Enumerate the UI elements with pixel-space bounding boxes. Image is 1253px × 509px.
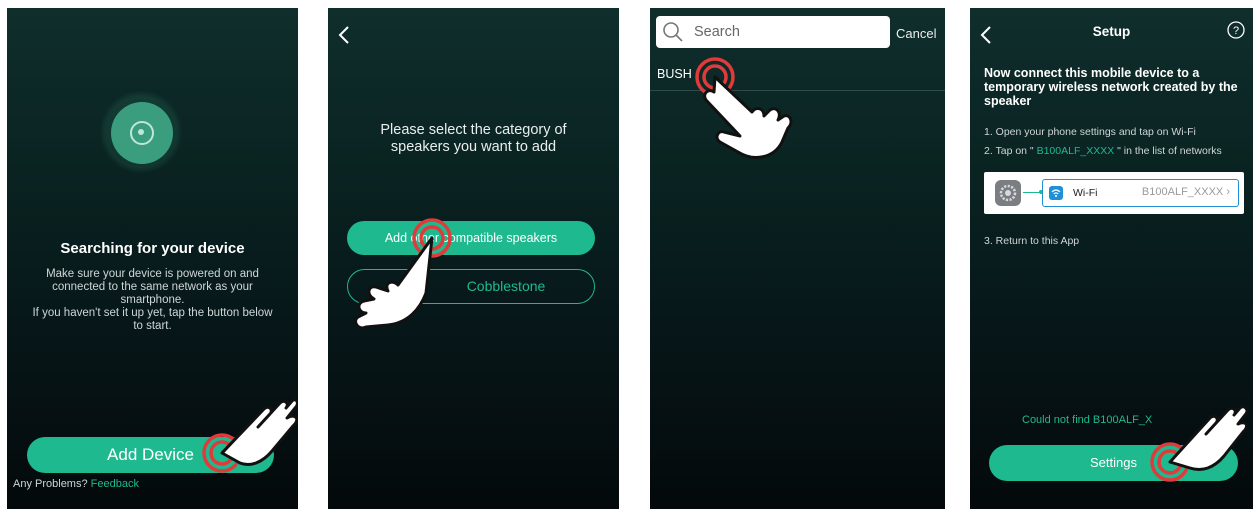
tap-hand-icon [1148, 368, 1249, 488]
step-3: 3. Return to this App [984, 235, 1080, 247]
result-list-item[interactable]: BUSH [657, 67, 692, 81]
wifi-network-value: B100ALF_XXXX › [1141, 186, 1230, 198]
screen-select-category: Please select the category of speakers y… [328, 8, 619, 509]
tap-hand-icon [348, 213, 453, 338]
search-icon [663, 22, 683, 42]
cancel-button[interactable]: Cancel [896, 26, 936, 41]
svg-text:?: ? [1233, 25, 1239, 37]
step-1: 1. Open your phone settings and tap on W… [984, 126, 1196, 138]
help-icon[interactable]: ? [1227, 21, 1245, 39]
back-chevron-icon[interactable] [332, 22, 358, 48]
step-2: 2. Tap on " B100ALF_XXXX " in the list o… [984, 145, 1222, 157]
radar-icon [111, 102, 173, 164]
screen-searching: Searching for your device Make sure your… [7, 8, 298, 509]
search-input[interactable]: Search [656, 16, 890, 48]
screen-search: Search Cancel BUSH [650, 8, 945, 509]
searching-description: Make sure your device is powered on and … [32, 268, 273, 332]
category-title: Please select the category of speakers y… [380, 122, 567, 155]
setup-heading: Now connect this mobile device to a temp… [984, 66, 1238, 108]
settings-gear-icon [995, 180, 1021, 206]
wifi-label: Wi-Fi [1073, 187, 1098, 199]
feedback-link[interactable]: Feedback [91, 478, 139, 490]
screen-setup: Setup ? Now connect this mobile device t… [970, 8, 1253, 509]
tap-hand-icon [192, 363, 298, 483]
searching-title: Searching for your device [60, 240, 245, 257]
wifi-icon [1049, 186, 1063, 200]
page-title: Setup [1092, 24, 1131, 39]
not-found-link[interactable]: Could not find B100ALF_X [1022, 414, 1152, 426]
wifi-settings-illustration: Wi-Fi B100ALF_XXXX › [984, 172, 1244, 214]
problems-footer: Any Problems? Feedback [13, 478, 139, 490]
tap-hand-icon [690, 50, 800, 168]
wifi-entry: Wi-Fi B100ALF_XXXX › [1042, 179, 1239, 207]
